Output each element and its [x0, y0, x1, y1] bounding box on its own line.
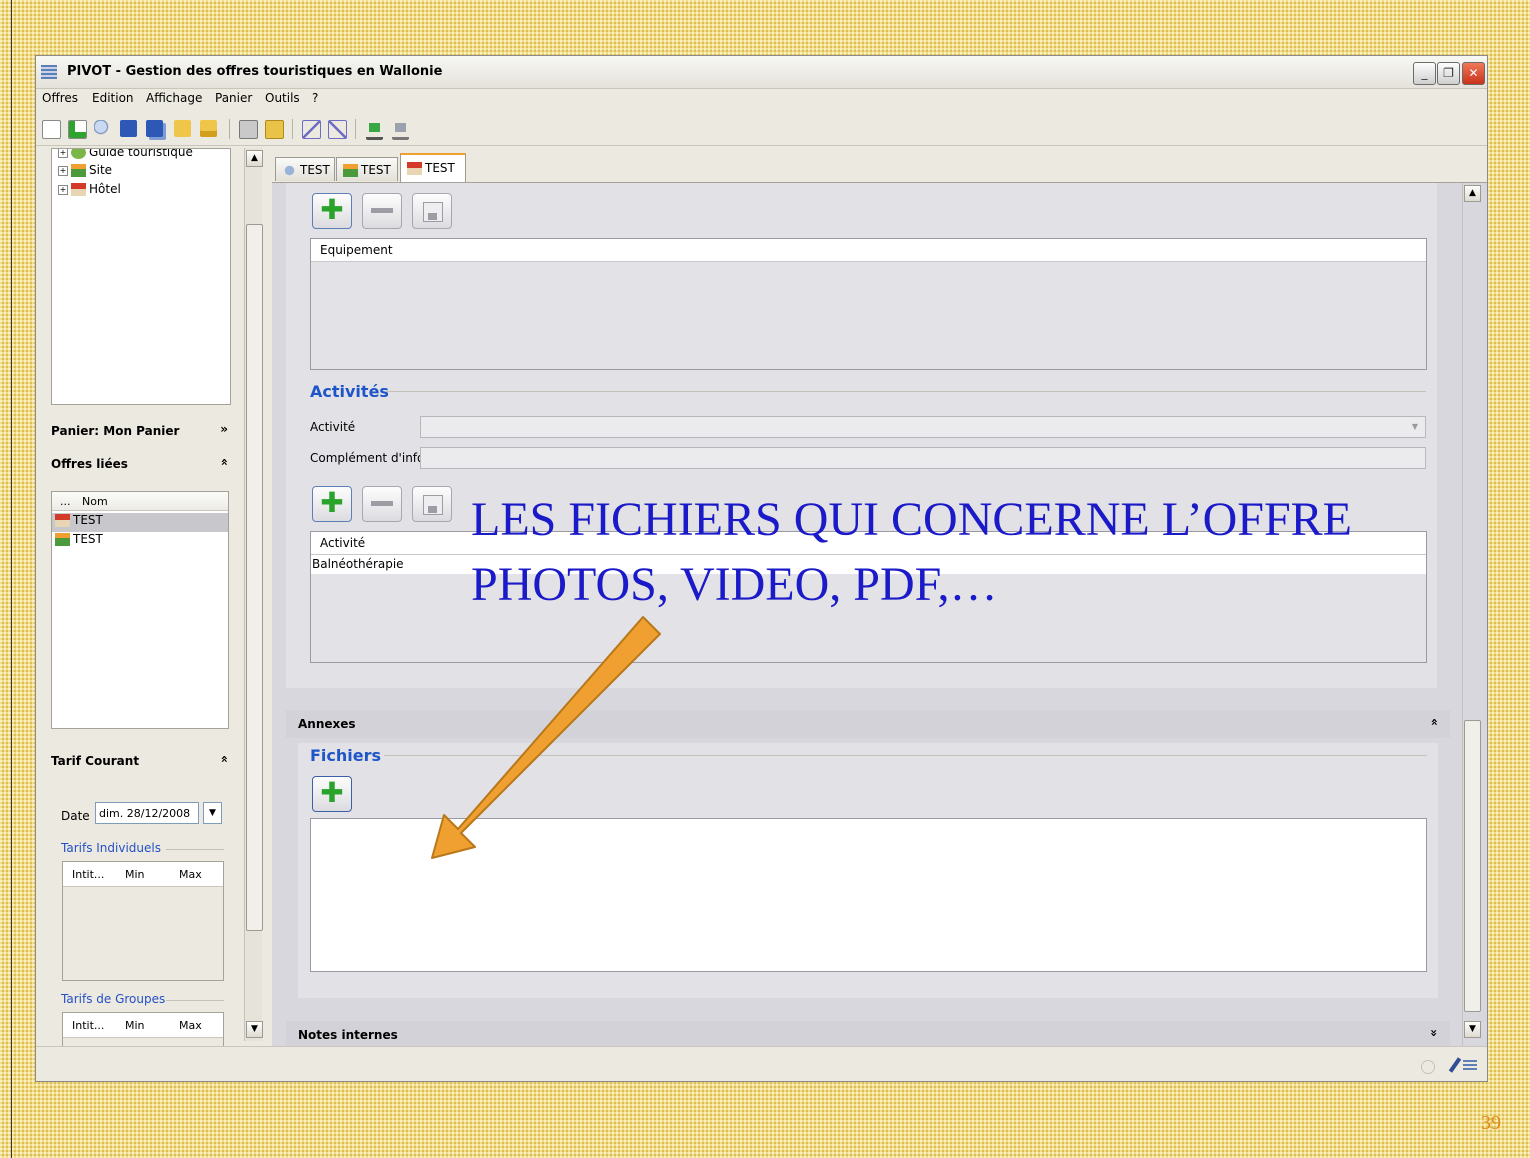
annotation-arrow — [431, 616, 661, 859]
arrow-shape — [431, 616, 661, 859]
page-number: 39 — [1481, 1112, 1501, 1134]
